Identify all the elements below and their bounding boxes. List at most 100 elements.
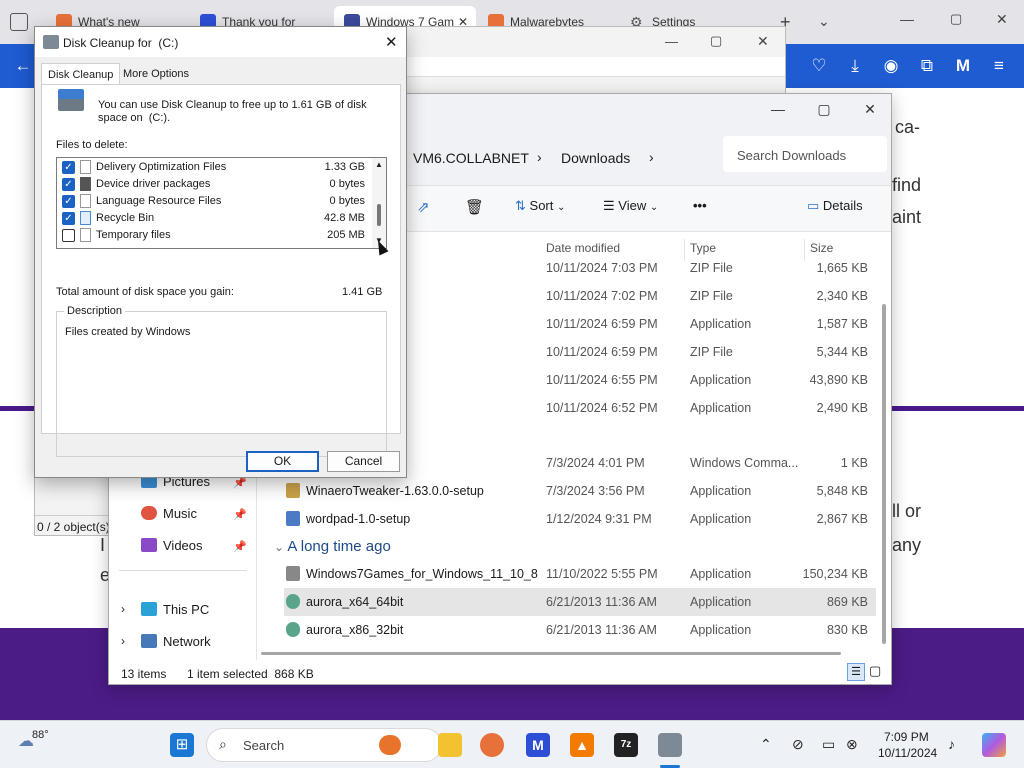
description-box: Files created by Windows — [56, 311, 387, 457]
files-list-scrollbar[interactable]: ▲ ▼ — [372, 158, 386, 248]
checkbox[interactable]: ✓ — [62, 195, 75, 208]
clock-date[interactable]: 10/11/2024 — [878, 746, 937, 760]
view-button[interactable]: ☰ View ⌄ — [603, 198, 658, 214]
cell-type: Application — [690, 401, 752, 415]
details-button[interactable]: ▭ Details — [807, 198, 863, 214]
description-label: Description — [64, 305, 126, 317]
sidebar-divider — [119, 570, 247, 571]
list-item[interactable]: Temporary files 205 MB — [57, 227, 373, 244]
tab-more-options[interactable]: More Options — [117, 63, 195, 85]
chevron-right-icon[interactable]: › — [121, 634, 125, 648]
tiles-view-icon[interactable]: ▢ — [869, 663, 881, 679]
network-icon[interactable]: ⊘ — [792, 736, 804, 753]
volume-icon[interactable]: ⊗ — [846, 736, 858, 753]
cell-size: 2,490 KB — [816, 401, 868, 415]
more-options-button[interactable]: ••• — [693, 198, 707, 213]
file-icon — [80, 194, 91, 208]
minimize-icon[interactable]: — — [900, 12, 914, 26]
tab-disk-cleanup[interactable]: Disk Cleanup — [41, 63, 121, 85]
table-row[interactable]: aurora_x64_64bit 6/21/2013 11:36 AM Applic… — [284, 588, 876, 616]
table-row[interactable]: aurora_x86_32bit 6/21/2013 11:36 AM Applic… — [284, 616, 876, 644]
clock-time[interactable]: 7:09 PM — [884, 730, 929, 744]
column-type[interactable]: Type — [690, 241, 716, 255]
group-header[interactable]: ⌄ A long time ago — [274, 538, 391, 555]
cell-size: 2,340 KB — [816, 289, 868, 303]
cell-name: aurora_x64_64bit — [306, 595, 404, 609]
file-explorer-icon[interactable] — [438, 733, 462, 757]
column-size[interactable]: Size — [810, 241, 833, 255]
breadcrumb-item[interactable]: VM6.COLLABNET — [413, 150, 529, 166]
file-category-name: Temporary files — [96, 229, 171, 241]
breadcrumb-item[interactable]: Downloads — [561, 150, 630, 166]
tab-actions-icon[interactable] — [10, 13, 28, 31]
close-icon[interactable]: ✕ — [757, 34, 769, 48]
sidebar-item-videos[interactable]: Videos — [141, 538, 203, 553]
sidebar-item-network[interactable]: Network — [141, 634, 211, 649]
close-icon[interactable]: ✕ — [847, 94, 893, 124]
details-view-icon[interactable]: ☰ — [847, 663, 865, 681]
ok-button[interactable]: OK — [246, 451, 319, 472]
vertical-scrollbar[interactable] — [882, 304, 886, 644]
notification-bell-icon[interactable]: ♪ — [948, 736, 955, 752]
table-row[interactable]: wordpad-1.0-setup 1/12/2024 9:31 PM Applic… — [284, 505, 876, 533]
vlc-icon[interactable]: ▲ — [570, 733, 594, 757]
delete-icon[interactable]: 🗑 — [465, 198, 484, 216]
checkbox[interactable]: ✓ — [62, 178, 75, 191]
status-bar: 13 items 1 item selected 868 KB ☰ ▢ — [109, 660, 891, 684]
table-row[interactable]: WinaeroTweaker-1.63.0.0-setup 7/3/2024 3:… — [284, 477, 876, 505]
minimize-icon[interactable]: — — [665, 35, 678, 48]
sidebar-item-this-pc[interactable]: This PC — [141, 602, 209, 617]
malwarebytes-icon[interactable]: M — [526, 733, 550, 757]
cell-date: 6/21/2013 11:36 AM — [546, 595, 657, 609]
checkbox[interactable]: ✓ — [62, 212, 75, 225]
list-item[interactable]: ✓ Delivery Optimization Files 1.33 GB — [57, 159, 373, 176]
maximize-icon[interactable]: ▢ — [710, 34, 722, 47]
chevron-down-icon: ⌄ — [649, 202, 659, 213]
download-icon[interactable]: ⤓ — [844, 55, 866, 77]
horizontal-scrollbar[interactable] — [261, 652, 841, 655]
chevron-right-icon: › — [537, 149, 542, 165]
sidebar-item-music[interactable]: Music — [141, 506, 197, 521]
installer-icon — [286, 511, 300, 526]
scroll-up-icon[interactable]: ▲ — [375, 160, 383, 169]
checkbox[interactable] — [62, 229, 75, 242]
table-row[interactable]: Windows7Games_for_Windows_11_10_8 11/10/2… — [284, 560, 876, 588]
start-icon[interactable]: ⊞ — [170, 733, 194, 757]
cell-size: 5,848 KB — [816, 484, 868, 498]
firefox-icon[interactable] — [480, 733, 504, 757]
cell-type: ZIP File — [690, 345, 733, 359]
list-item[interactable]: ✓ Device driver packages 0 bytes — [57, 176, 373, 193]
chevron-down-icon: ⌄ — [557, 202, 566, 213]
list-item[interactable]: ✓ Language Resource Files 0 bytes — [57, 193, 373, 210]
search-input[interactable]: Search Downloads — [723, 136, 887, 172]
minimize-icon[interactable]: — — [755, 94, 801, 124]
share-icon[interactable]: ⇗ — [417, 198, 430, 216]
scroll-thumb[interactable] — [377, 204, 381, 226]
pocket-icon[interactable]: ♡ — [808, 55, 830, 77]
sort-button[interactable]: ⇅ Sort ⌄ — [515, 198, 565, 214]
weather-temp[interactable]: 88° — [32, 729, 49, 741]
column-date-modified[interactable]: Date modified — [546, 241, 620, 255]
copilot-icon[interactable] — [982, 733, 1006, 757]
files-list: ✓ Delivery Optimization Files 1.33 GB ✓ Dev… — [56, 157, 387, 249]
chevron-down-icon[interactable]: ⌄ — [818, 14, 830, 28]
back-arrow-icon[interactable]: ← — [12, 55, 34, 77]
extensions-icon[interactable]: ⧉ — [916, 55, 938, 77]
close-icon[interactable]: ✕ — [996, 12, 1008, 26]
disk-cleanup-icon[interactable] — [658, 733, 682, 757]
7zip-icon[interactable]: 7z — [614, 733, 638, 757]
menu-icon[interactable]: ≡ — [988, 55, 1010, 77]
maximize-icon[interactable]: ▢ — [950, 12, 962, 25]
cancel-button[interactable]: Cancel — [327, 451, 400, 472]
checkbox[interactable]: ✓ — [62, 161, 75, 174]
close-icon[interactable]: ✕ — [385, 33, 398, 51]
list-item[interactable]: ✓ Recycle Bin 42.8 MB — [57, 210, 373, 227]
cell-date: 10/11/2024 6:59 PM — [546, 345, 658, 359]
chevron-right-icon[interactable]: › — [121, 602, 125, 616]
account-icon[interactable]: ◉ — [880, 55, 902, 77]
maximize-icon[interactable]: ▢ — [801, 94, 847, 124]
malwarebytes-extension-icon[interactable]: M — [952, 55, 974, 77]
chevron-up-icon[interactable]: ⌃ — [760, 736, 772, 753]
display-icon[interactable]: ▭ — [822, 736, 835, 753]
taskbar-search[interactable]: ⌕ Search — [206, 728, 442, 762]
